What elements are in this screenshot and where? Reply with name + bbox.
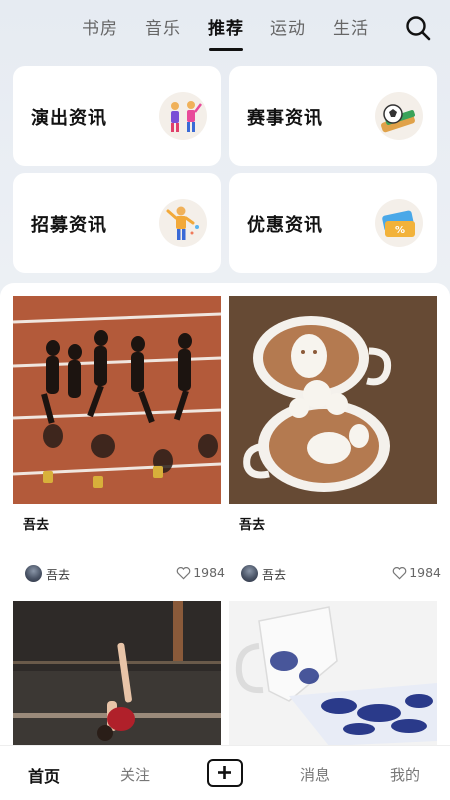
avatar[interactable]	[25, 565, 42, 582]
post-title: 吾去	[23, 518, 50, 533]
like-count: 1984	[193, 565, 225, 580]
running-silhouettes-photo	[13, 296, 221, 504]
card-label: 优惠资讯	[247, 215, 323, 236]
plus-icon	[218, 766, 231, 779]
post-meta: 吾去 1984	[241, 564, 441, 584]
tab-study[interactable]: 书房	[82, 14, 118, 39]
post-title: 吾去	[239, 518, 266, 533]
create-post-button[interactable]	[207, 759, 243, 787]
card-event-info[interactable]: 赛事资讯	[229, 66, 437, 166]
active-tab-indicator	[209, 48, 243, 51]
coupon-ticket-icon: %	[375, 199, 423, 247]
card-label: 赛事资讯	[247, 108, 323, 129]
like-button[interactable]: 1984	[176, 565, 225, 580]
top-tab-bar: 书房 音乐 推荐 运动 生活	[0, 0, 450, 58]
like-count: 1984	[409, 565, 441, 580]
feed-card[interactable]	[13, 601, 221, 753]
feed-card[interactable]	[229, 601, 437, 753]
like-button[interactable]: 1984	[392, 565, 441, 580]
card-recruit-info[interactable]: 招募资讯	[13, 173, 221, 273]
feed-panel: 吾去 吾去 1984 吾去 吾去 1984	[0, 283, 450, 753]
latte-art-cups-photo	[229, 296, 437, 504]
search-icon	[406, 16, 431, 41]
nav-follow[interactable]: 关注	[120, 764, 150, 785]
post-author: 吾去	[46, 568, 71, 582]
post-author: 吾去	[262, 568, 287, 582]
nav-home[interactable]: 首页	[28, 763, 60, 787]
nav-mine[interactable]: 我的	[390, 764, 420, 785]
tab-sports[interactable]: 运动	[270, 14, 306, 39]
bottom-nav: 首页 关注 消息 我的	[0, 745, 450, 800]
card-label: 演出资讯	[31, 108, 107, 129]
card-label: 招募资讯	[31, 215, 107, 236]
heart-icon	[392, 567, 407, 580]
performers-icon	[159, 92, 207, 140]
feed-card[interactable]: 吾去 吾去 1984	[229, 296, 441, 586]
tab-life[interactable]: 生活	[333, 14, 369, 39]
recruit-person-icon	[159, 199, 207, 247]
porcelain-cup-photo	[229, 601, 437, 753]
tab-recommend[interactable]: 推荐	[208, 14, 244, 39]
svg-text:%: %	[395, 225, 405, 236]
tab-music[interactable]: 音乐	[145, 14, 181, 39]
card-performance-info[interactable]: 演出资讯	[13, 66, 221, 166]
nav-messages[interactable]: 消息	[300, 764, 330, 785]
heart-icon	[176, 567, 191, 580]
avatar[interactable]	[241, 565, 258, 582]
post-meta: 吾去 1984	[25, 564, 225, 584]
soccer-ball-icon	[375, 92, 423, 140]
gymnast-photo	[13, 601, 221, 753]
card-discount-info[interactable]: 优惠资讯 %	[229, 173, 437, 273]
search-button[interactable]	[404, 14, 432, 42]
feed-card[interactable]: 吾去 吾去 1984	[13, 296, 225, 586]
